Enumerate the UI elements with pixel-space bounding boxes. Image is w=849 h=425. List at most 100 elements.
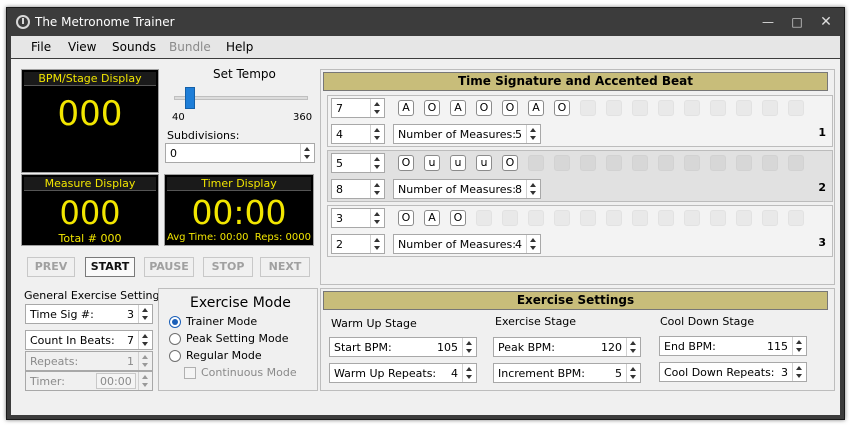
time-signature-row: 5 8 Number of Measures: 8 Ou u u O 2 — [327, 150, 833, 202]
regular-mode-label[interactable]: Regular Mode — [186, 349, 262, 362]
beat-slot-disabled — [502, 210, 518, 226]
repeats-spinner[interactable]: Repeats: 1 — [25, 351, 153, 371]
spinner-arrows-icon[interactable] — [526, 235, 540, 253]
pause-button[interactable]: PAUSE — [144, 257, 194, 277]
trainer-mode-radio[interactable] — [169, 316, 181, 328]
end-bpm-spinner[interactable]: End BPM: 115 — [659, 336, 807, 356]
beat-unit-value: 4 — [336, 128, 343, 141]
peak-setting-mode-radio[interactable] — [169, 333, 181, 345]
beat-slot-disabled — [710, 100, 726, 116]
number-of-measures-label: Number of Measures: — [398, 183, 516, 196]
exercise-settings-panel: Exercise Settings Warm Up Stage Exercise… — [320, 288, 835, 391]
spinner-arrows-icon[interactable] — [370, 99, 384, 117]
number-of-measures-spinner[interactable]: Number of Measures: 8 — [393, 179, 541, 199]
beat-slot-disabled — [580, 100, 596, 116]
increment-bpm-spinner[interactable]: Increment BPM: 5 — [493, 363, 641, 383]
continuous-mode-checkbox[interactable] — [184, 367, 196, 379]
measure-value: 000 — [59, 194, 121, 232]
spinner-arrows-icon[interactable] — [526, 125, 540, 143]
tempo-max-label: 360 — [293, 112, 313, 123]
menu-file[interactable]: File — [31, 40, 51, 54]
spinner-arrows-icon[interactable] — [300, 144, 314, 162]
number-of-measures-spinner[interactable]: Number of Measures: 4 — [393, 234, 541, 254]
spinner-arrows-icon[interactable] — [370, 180, 384, 198]
beat-accent-button[interactable]: O — [450, 210, 466, 226]
spinner-arrows-icon[interactable] — [370, 154, 384, 172]
spinner-arrows-icon[interactable] — [792, 363, 806, 381]
spinner-arrows-icon[interactable] — [462, 338, 476, 356]
beat-accent-button[interactable]: O — [398, 155, 414, 171]
beat-unit-value: 2 — [336, 238, 343, 251]
beats-per-measure-spinner[interactable]: 5 — [331, 153, 385, 173]
trainer-mode-label[interactable]: Trainer Mode — [186, 315, 257, 328]
start-bpm-spinner[interactable]: Start BPM: 105 — [329, 337, 477, 357]
beat-unit-spinner[interactable]: 4 — [331, 124, 385, 144]
peak-setting-mode-label[interactable]: Peak Setting Mode — [186, 332, 288, 345]
menu-help[interactable]: Help — [226, 40, 253, 54]
end-bpm-value: 115 — [767, 340, 788, 353]
number-of-measures-spinner[interactable]: Number of Measures: 5 — [393, 124, 541, 144]
next-button[interactable]: NEXT — [260, 257, 310, 277]
time-sig-number-spinner[interactable]: Time Sig #: 3 — [25, 304, 153, 324]
spinner-arrows-icon[interactable] — [138, 331, 152, 349]
maximize-button[interactable]: □ — [786, 13, 808, 31]
beat-unit-spinner[interactable]: 8 — [331, 179, 385, 199]
beat-accent-button[interactable]: u — [476, 155, 492, 171]
beat-accent-button[interactable]: O — [502, 155, 518, 171]
tempo-min-label: 40 — [172, 112, 185, 123]
spinner-arrows-icon[interactable] — [462, 364, 476, 382]
spinner-arrows-icon[interactable] — [138, 352, 152, 370]
spinner-arrows-icon[interactable] — [370, 209, 384, 227]
beat-accent-button[interactable]: A — [450, 100, 466, 116]
beat-slot-disabled — [762, 155, 778, 171]
beat-accent-button[interactable]: A — [424, 210, 440, 226]
beat-accent-button[interactable]: A — [528, 100, 544, 116]
spinner-arrows-icon[interactable] — [370, 235, 384, 253]
minimize-button[interactable]: — — [757, 13, 779, 31]
stop-button[interactable]: STOP — [203, 257, 253, 277]
start-bpm-label: Start BPM: — [334, 341, 392, 354]
peak-bpm-spinner[interactable]: Peak BPM: 120 — [493, 337, 641, 357]
spinner-arrows-icon[interactable] — [138, 305, 152, 323]
beat-accent-button[interactable]: O — [554, 100, 570, 116]
beats-per-measure-spinner[interactable]: 3 — [331, 208, 385, 228]
beat-accent-button[interactable]: u — [450, 155, 466, 171]
regular-mode-radio[interactable] — [169, 350, 181, 362]
cool-down-repeats-spinner[interactable]: Cool Down Repeats: 3 — [659, 362, 807, 382]
number-of-measures-value: 5 — [515, 128, 522, 141]
menu-sounds[interactable]: Sounds — [112, 40, 156, 54]
beats-per-measure-value: 5 — [336, 157, 343, 170]
timer-avg-time: Avg Time: 00:00 — [167, 232, 249, 243]
spinner-arrows-icon[interactable] — [792, 337, 806, 355]
tempo-slider-thumb[interactable] — [185, 87, 195, 109]
spinner-arrows-icon[interactable] — [370, 125, 384, 143]
warm-up-stage-title: Warm Up Stage — [331, 317, 417, 330]
timer-spinner[interactable]: Timer: 00:00 — [25, 371, 153, 391]
subdivisions-spinner[interactable]: 0 — [165, 143, 315, 163]
spinner-arrows-icon[interactable] — [526, 180, 540, 198]
spinner-arrows-icon[interactable] — [626, 364, 640, 382]
subdivisions-value: 0 — [170, 147, 177, 160]
beat-accent-button[interactable]: O — [398, 210, 414, 226]
beat-unit-spinner[interactable]: 2 — [331, 234, 385, 254]
start-button[interactable]: START — [85, 257, 135, 277]
beat-slot-disabled — [632, 155, 648, 171]
spinner-arrows-icon[interactable] — [626, 338, 640, 356]
beats-per-measure-spinner[interactable]: 7 — [331, 98, 385, 118]
beat-accent-button[interactable]: O — [476, 100, 492, 116]
menu-bundle[interactable]: Bundle — [169, 40, 211, 54]
spinner-arrows-icon[interactable] — [138, 372, 152, 390]
beat-accent-button[interactable]: O — [502, 100, 518, 116]
number-of-measures-label: Number of Measures: — [398, 238, 516, 251]
count-in-beats-label: Count In Beats: — [30, 334, 115, 347]
number-of-measures-label: Number of Measures: — [398, 128, 516, 141]
beat-accent-button[interactable]: O — [424, 100, 440, 116]
warm-up-repeats-spinner[interactable]: Warm Up Repeats: 4 — [329, 363, 477, 383]
menu-view[interactable]: View — [68, 40, 96, 54]
beat-accent-button[interactable]: u — [424, 155, 440, 171]
close-button[interactable]: ✕ — [815, 13, 837, 31]
beat-accent-button[interactable]: A — [398, 100, 414, 116]
prev-button[interactable]: PREV — [27, 257, 75, 277]
count-in-beats-spinner[interactable]: Count In Beats: 7 — [25, 330, 153, 350]
timer-value: 00:00 — [191, 193, 287, 232]
